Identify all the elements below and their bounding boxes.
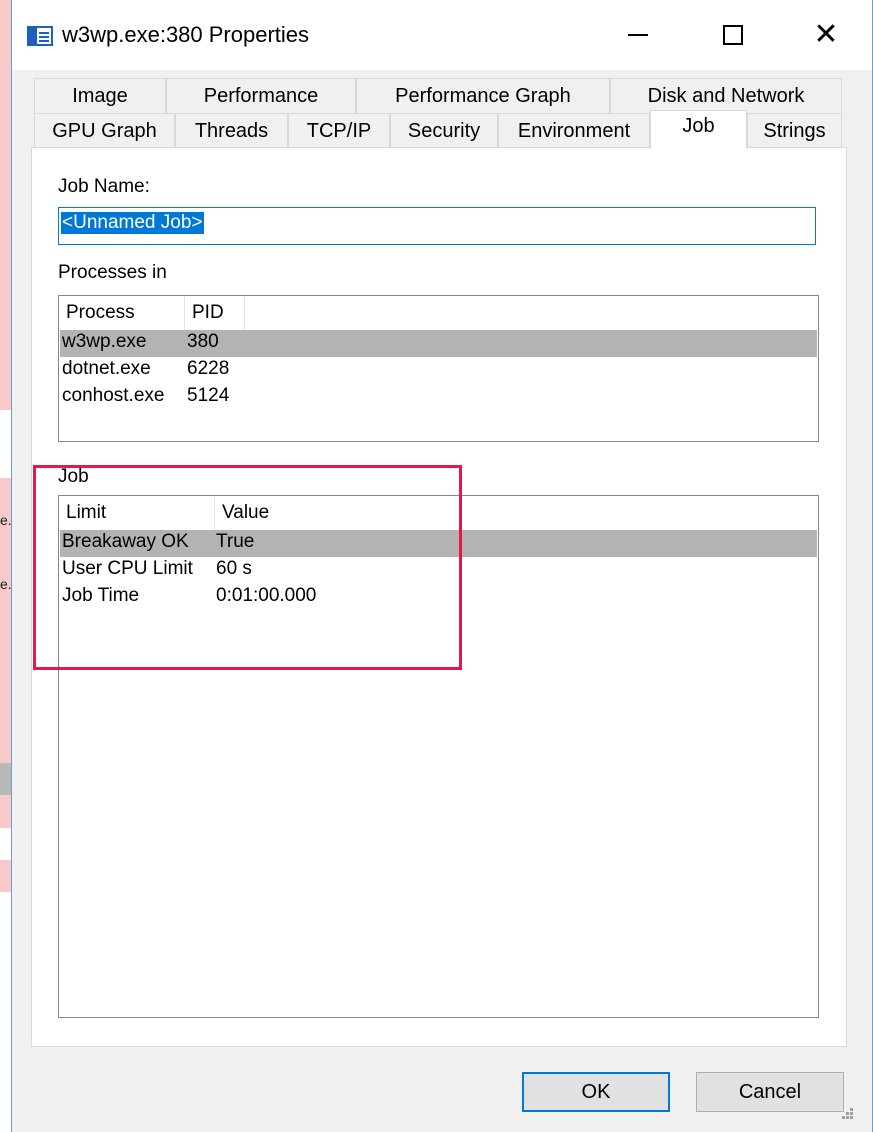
tab-performance[interactable]: Performance bbox=[166, 78, 356, 113]
tab-job[interactable]: Job bbox=[650, 110, 747, 149]
cancel-button[interactable]: Cancel bbox=[696, 1072, 844, 1112]
background-text: e. bbox=[0, 512, 12, 528]
process-row[interactable]: w3wp.exe 380 bbox=[60, 330, 817, 357]
tab-label: Strings bbox=[763, 119, 826, 142]
tab-environment[interactable]: Environment bbox=[498, 113, 650, 148]
process-name: w3wp.exe bbox=[62, 331, 147, 352]
tab-strings[interactable]: Strings bbox=[747, 113, 842, 148]
process-row[interactable]: conhost.exe 5124 bbox=[60, 384, 817, 411]
tab-label: Image bbox=[72, 84, 128, 107]
process-row[interactable]: dotnet.exe 6228 bbox=[60, 357, 817, 384]
process-name: dotnet.exe bbox=[62, 358, 151, 379]
ok-button[interactable]: OK bbox=[522, 1072, 670, 1112]
background-text: e. bbox=[0, 576, 12, 592]
tab-threads[interactable]: Threads bbox=[175, 113, 288, 148]
column-header-pid[interactable]: PID bbox=[185, 296, 245, 330]
tab-label: Threads bbox=[194, 119, 269, 142]
tab-label: TCP/IP bbox=[306, 119, 372, 142]
column-header-label: Process bbox=[66, 302, 135, 323]
process-name: conhost.exe bbox=[62, 385, 165, 406]
minimize-button[interactable] bbox=[592, 0, 684, 70]
tab-label: Performance Graph bbox=[395, 84, 571, 107]
column-header-label: PID bbox=[192, 302, 224, 323]
resize-grip-icon[interactable] bbox=[840, 1106, 854, 1120]
window-title: w3wp.exe:380 Properties bbox=[62, 22, 310, 47]
tab-label: Performance bbox=[203, 84, 319, 107]
tab-label: Disk and Network bbox=[647, 84, 805, 107]
tab-label: Security bbox=[407, 119, 481, 142]
tab-label: Environment bbox=[517, 119, 631, 142]
process-pid: 6228 bbox=[187, 358, 230, 379]
tab-label: Job bbox=[682, 115, 715, 137]
tab-label: GPU Graph bbox=[52, 119, 157, 142]
maximize-button[interactable] bbox=[687, 0, 779, 70]
job-name-value: <Unnamed Job> bbox=[61, 212, 204, 234]
job-name-field[interactable]: <Unnamed Job> bbox=[58, 207, 816, 245]
annotation-highlight-box bbox=[33, 465, 462, 670]
processes-list[interactable]: Process PID w3wp.exe 380 dotnet.exe 6228… bbox=[58, 295, 819, 442]
tab-disk-and-network[interactable]: Disk and Network bbox=[610, 78, 842, 113]
process-pid: 380 bbox=[187, 331, 219, 352]
tab-tcp-ip[interactable]: TCP/IP bbox=[288, 113, 390, 148]
maximize-icon bbox=[723, 25, 743, 45]
close-icon: ✕ bbox=[813, 18, 839, 51]
tab-performance-graph[interactable]: Performance Graph bbox=[356, 78, 610, 113]
tab-security[interactable]: Security bbox=[390, 113, 498, 148]
tab-gpu-graph[interactable]: GPU Graph bbox=[34, 113, 175, 148]
close-button[interactable]: ✕ bbox=[780, 0, 872, 70]
title-bar[interactable]: w3wp.exe:380 Properties ✕ bbox=[12, 0, 872, 70]
minimize-icon bbox=[628, 34, 648, 36]
window-app-icon bbox=[27, 26, 53, 46]
column-header-process[interactable]: Process bbox=[59, 296, 185, 330]
processes-header: Process PID bbox=[59, 296, 818, 330]
processes-label: Processes in bbox=[58, 262, 167, 283]
tab-image[interactable]: Image bbox=[34, 78, 166, 113]
job-name-label: Job Name: bbox=[58, 176, 150, 197]
process-pid: 5124 bbox=[187, 385, 230, 406]
